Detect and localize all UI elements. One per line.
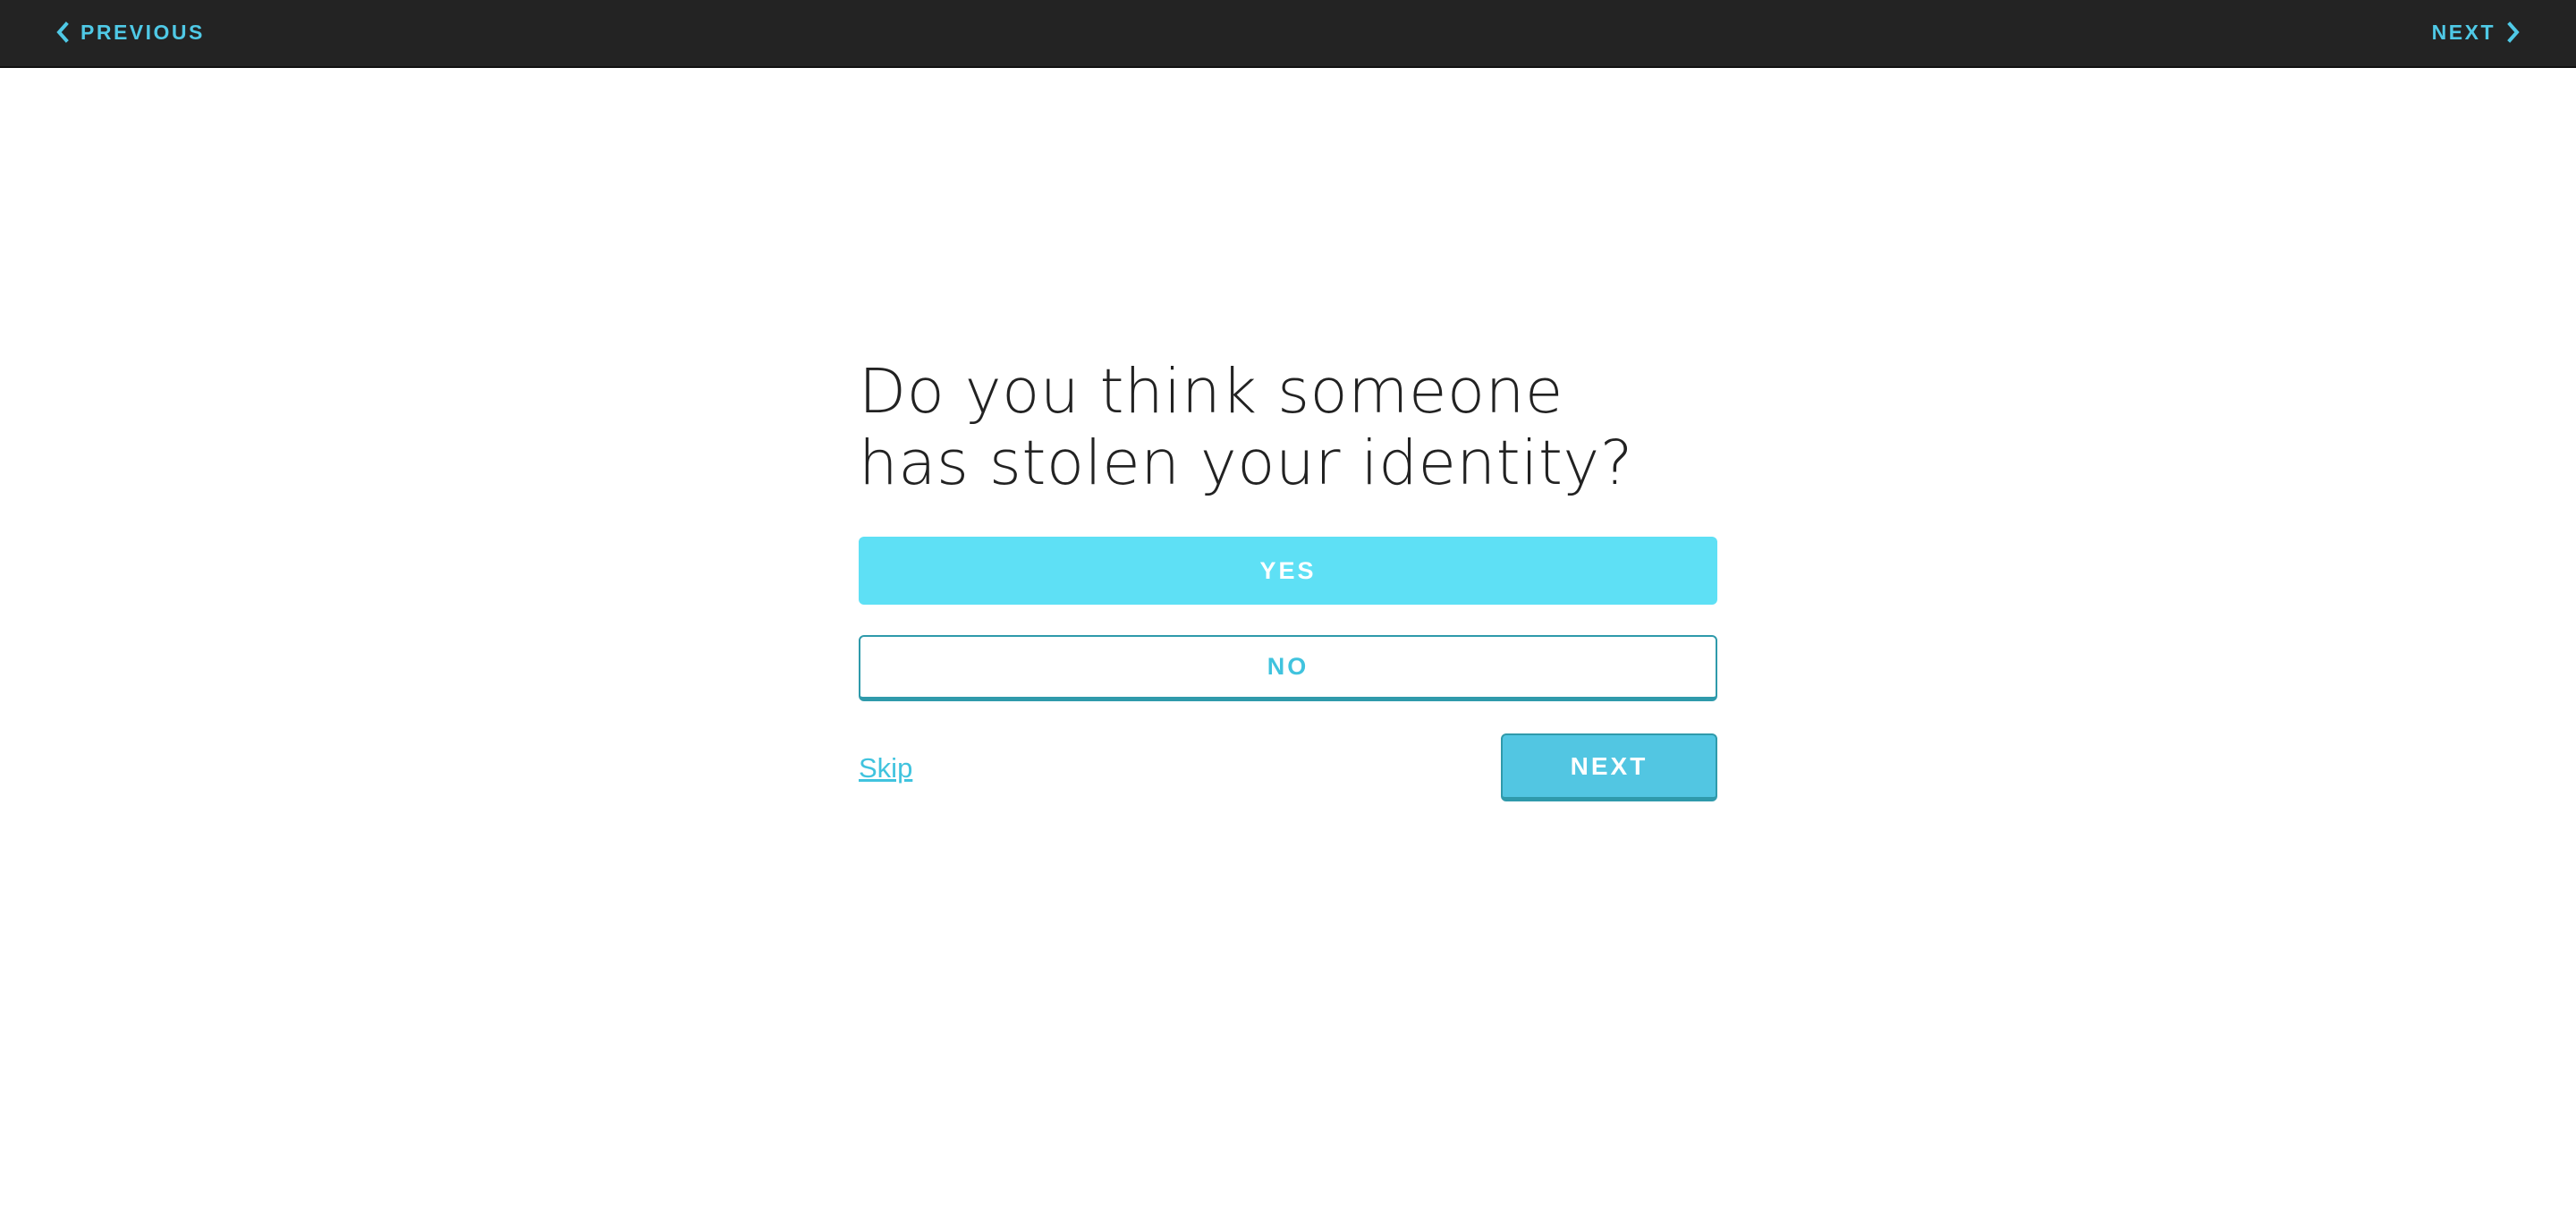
- question-card: Do you think someone has stolen your ide…: [859, 356, 1717, 801]
- previous-link-label: PREVIOUS: [80, 20, 205, 44]
- chevron-left-icon: [54, 21, 72, 43]
- question-line-2: has stolen your identity?: [859, 428, 1633, 499]
- no-button[interactable]: NO: [859, 635, 1717, 701]
- chevron-right-icon: [2504, 21, 2522, 43]
- skip-link[interactable]: Skip: [859, 752, 912, 784]
- top-navigation-bar: PREVIOUS NEXT: [0, 0, 2576, 68]
- next-link[interactable]: NEXT: [2432, 0, 2522, 64]
- yes-button-label: YES: [1259, 556, 1317, 584]
- question-line-1: Do you think someone: [859, 356, 1563, 428]
- next-link-label: NEXT: [2431, 20, 2496, 44]
- next-button[interactable]: NEXT: [1501, 733, 1717, 801]
- question-heading: Do you think someone has stolen your ide…: [859, 356, 1664, 499]
- yes-button[interactable]: YES: [859, 537, 1717, 605]
- no-button-label: NO: [1267, 653, 1309, 680]
- next-button-label: NEXT: [1570, 751, 1648, 780]
- previous-link[interactable]: PREVIOUS: [54, 0, 205, 64]
